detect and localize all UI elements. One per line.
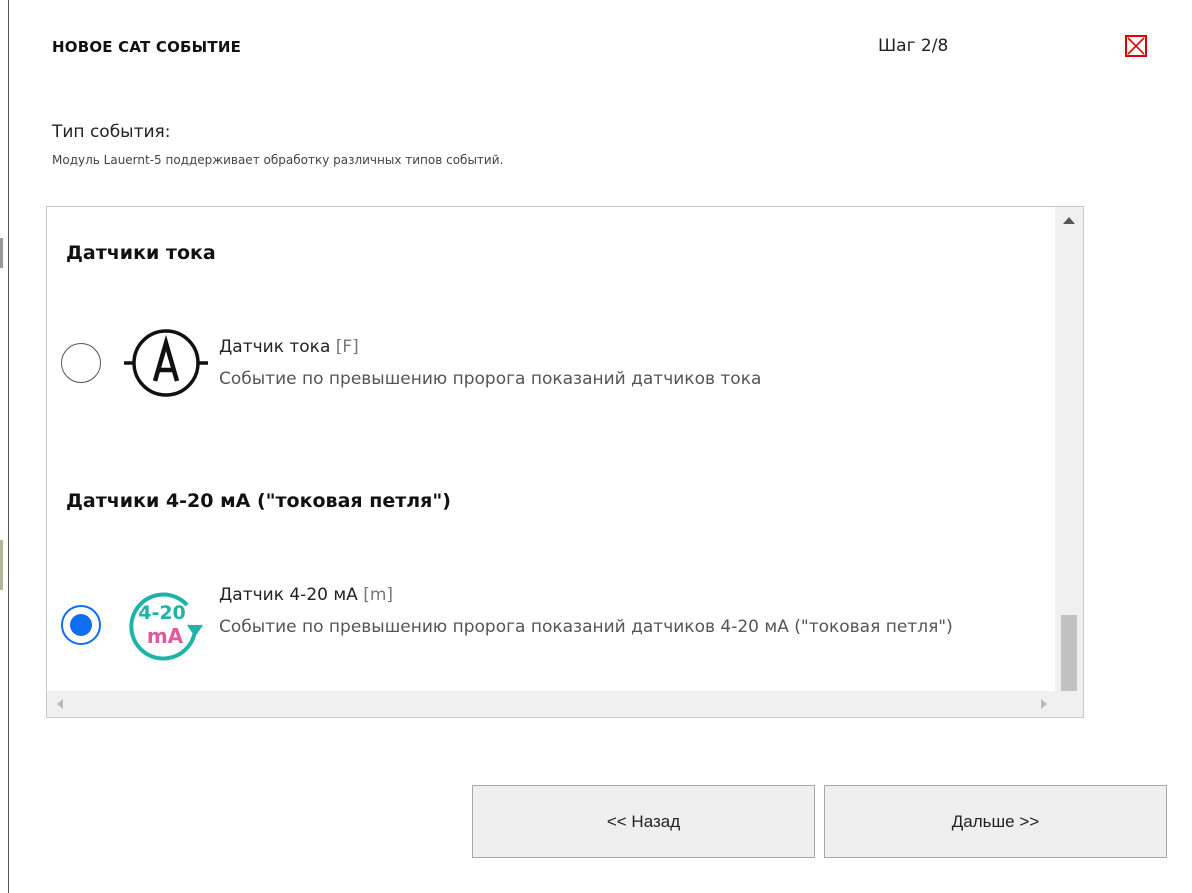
list-item-current-loop-sensor[interactable]: 4-20 mA Датчик 4-20 мА [m] Событие по пр… [61, 575, 1051, 675]
event-type-list-content: Датчики тока Датчик тока [F] Событие по … [47, 207, 1057, 691]
group-heading-current-sensors: Датчики тока [66, 242, 216, 264]
group-heading-current-loop-sensors: Датчики 4-20 мА ("токовая петля") [66, 490, 451, 512]
back-button[interactable]: << Назад [472, 785, 815, 858]
icon-text-bottom: mA [147, 624, 184, 648]
vertical-scrollbar[interactable] [1055, 207, 1083, 691]
scrollbar-corner [1055, 691, 1083, 717]
list-item-current-sensor[interactable]: Датчик тока [F] Событие по превышению пр… [61, 317, 1051, 407]
item-title-current-sensor: Датчик тока [F] [219, 337, 359, 357]
item-title-text: Датчик тока [219, 337, 331, 357]
background-edge-mark [0, 238, 3, 268]
new-event-dialog: НОВОЕ CAT СОБЫТИЕ Шаг 2/8 Тип события: М… [8, 0, 1192, 893]
item-title-current-loop-sensor: Датчик 4-20 мА [m] [219, 585, 393, 605]
icon-text-top: 4-20 [138, 602, 186, 624]
next-button[interactable]: Дальше >> [824, 785, 1167, 858]
current-loop-4-20ma-icon: 4-20 mA [121, 583, 211, 663]
radio-current-loop-sensor[interactable] [61, 605, 101, 645]
dialog-title: НОВОЕ CAT СОБЫТИЕ [52, 38, 242, 56]
item-description-current-sensor: Событие по превышению пророга показаний … [219, 369, 762, 389]
event-type-label: Тип события: [52, 122, 171, 142]
ammeter-icon [121, 323, 211, 403]
background-edge-mark [0, 540, 3, 590]
event-type-list[interactable]: Датчики тока Датчик тока [F] Событие по … [46, 206, 1084, 718]
scroll-up-arrow-icon[interactable] [1063, 217, 1075, 224]
item-code: [m] [363, 585, 394, 605]
step-indicator: Шаг 2/8 [878, 36, 949, 56]
event-type-description: Модуль Lauernt-5 поддерживает обработку … [52, 153, 504, 167]
radio-current-sensor[interactable] [61, 343, 101, 383]
vertical-scroll-thumb[interactable] [1061, 615, 1077, 691]
close-icon[interactable] [1125, 35, 1147, 57]
scroll-left-arrow-icon[interactable] [57, 699, 63, 709]
scroll-right-arrow-icon[interactable] [1041, 699, 1047, 709]
horizontal-scrollbar[interactable] [47, 691, 1057, 717]
item-code: [F] [335, 337, 359, 357]
item-title-text: Датчик 4-20 мА [219, 585, 358, 605]
item-description-current-loop-sensor: Событие по превышению пророга показаний … [219, 617, 953, 637]
